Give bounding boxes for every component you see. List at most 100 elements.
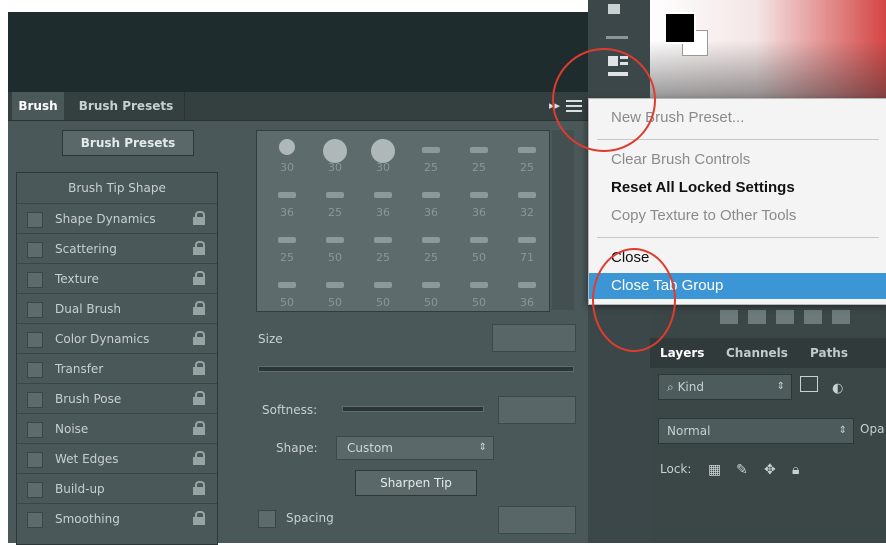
lock-position-icon[interactable]: ✥ bbox=[764, 462, 776, 478]
shape-select[interactable]: Custom ⇕ bbox=[336, 436, 494, 460]
brush-option-row[interactable]: Texture bbox=[17, 263, 217, 294]
lock-icon[interactable] bbox=[193, 421, 205, 435]
lock-icon[interactable] bbox=[193, 481, 205, 495]
spacing-checkbox[interactable] bbox=[258, 510, 276, 528]
option-label: Noise bbox=[55, 422, 89, 436]
tab-brush[interactable]: Brush bbox=[12, 92, 64, 120]
tab-paths[interactable]: Paths bbox=[810, 338, 848, 368]
softness-slider[interactable] bbox=[342, 406, 484, 412]
option-checkbox[interactable] bbox=[27, 242, 43, 258]
brush-tip-preset[interactable]: 25 bbox=[359, 223, 407, 267]
brush-option-row[interactable]: Color Dynamics bbox=[17, 323, 217, 354]
lock-icon[interactable] bbox=[193, 271, 205, 285]
sharpen-tip-button[interactable]: Sharpen Tip bbox=[355, 470, 477, 496]
brush-tip-grid[interactable]: 30 30 30 25 25 25 36 25 36 36 36 32 25 50 25 25 50 71 50 50… bbox=[256, 130, 550, 312]
lock-icon[interactable] bbox=[193, 211, 205, 225]
lock-icon[interactable] bbox=[193, 451, 205, 465]
menu-item-reset-locked-settings[interactable]: Reset All Locked Settings bbox=[589, 175, 886, 201]
size-field[interactable] bbox=[492, 324, 576, 352]
softness-field[interactable] bbox=[498, 396, 576, 424]
lock-icon[interactable] bbox=[193, 331, 205, 345]
adjustment-filter-icon[interactable]: ◐ bbox=[832, 381, 843, 396]
brush-tip-size: 36 bbox=[376, 206, 390, 219]
menu-item-clear-brush-controls[interactable]: Clear Brush Controls bbox=[589, 147, 886, 173]
brush-option-row[interactable]: Brush Pose bbox=[17, 383, 217, 414]
option-checkbox[interactable] bbox=[27, 452, 43, 468]
brush-tip-preset[interactable]: 25 bbox=[311, 178, 359, 222]
option-checkbox[interactable] bbox=[27, 302, 43, 318]
brush-tip-preset[interactable]: 50 bbox=[311, 268, 359, 311]
brush-option-row[interactable]: Build-up bbox=[17, 473, 217, 504]
menu-item-copy-texture[interactable]: Copy Texture to Other Tools bbox=[589, 203, 886, 229]
foreground-color-swatch[interactable] bbox=[664, 12, 696, 44]
adjustment-icon[interactable] bbox=[720, 310, 738, 324]
option-checkbox[interactable] bbox=[27, 482, 43, 498]
option-checkbox[interactable] bbox=[27, 392, 43, 408]
brush-tip-preset[interactable]: 50 bbox=[455, 223, 503, 267]
brush-tip-preset[interactable]: 25 bbox=[407, 223, 455, 267]
lock-icon[interactable] bbox=[193, 301, 205, 315]
brush-tip-preset[interactable]: 32 bbox=[503, 178, 549, 222]
brush-tip-preset[interactable]: 36 bbox=[455, 178, 503, 222]
shape-select-value: Custom bbox=[347, 441, 393, 455]
layer-filter-select[interactable]: ⌕ Kind ⇕ bbox=[658, 374, 792, 400]
tab-layers[interactable]: Layers bbox=[660, 338, 704, 368]
brush-option-row[interactable]: Noise bbox=[17, 413, 217, 444]
brush-tip-preset[interactable]: 25 bbox=[455, 133, 503, 177]
blend-mode-select[interactable]: Normal ⇕ bbox=[658, 418, 854, 444]
brush-presets-button[interactable]: Brush Presets bbox=[62, 130, 194, 156]
brush-tip-preset[interactable]: 50 bbox=[455, 268, 503, 311]
annotation-circle-close-tab-group bbox=[592, 248, 676, 352]
size-slider[interactable] bbox=[258, 366, 574, 372]
lock-icon[interactable] bbox=[193, 391, 205, 405]
brush-panel-header: Brush Brush Presets ▸▸ bbox=[8, 92, 588, 121]
brush-tip-scrollbar[interactable] bbox=[552, 130, 574, 310]
brush-tip-preset[interactable]: 50 bbox=[263, 268, 311, 311]
adjustment-icon[interactable] bbox=[832, 310, 850, 324]
brush-tip-preset[interactable]: 50 bbox=[311, 223, 359, 267]
lock-all-icon[interactable]: 🔒︎ bbox=[792, 462, 799, 478]
panel-icon-top[interactable] bbox=[608, 4, 620, 14]
brush-tip-preset[interactable]: 25 bbox=[503, 133, 549, 177]
option-checkbox[interactable] bbox=[27, 512, 43, 528]
brush-tip-preset[interactable]: 30 bbox=[311, 133, 359, 177]
option-checkbox[interactable] bbox=[27, 362, 43, 378]
option-checkbox[interactable] bbox=[27, 212, 43, 228]
brush-tip-preset[interactable]: 30 bbox=[263, 133, 311, 177]
brush-tip-preview bbox=[518, 237, 536, 243]
brush-option-row[interactable]: Smoothing bbox=[17, 503, 217, 534]
lock-icon[interactable] bbox=[193, 511, 205, 525]
brush-option-row[interactable]: Dual Brush bbox=[17, 293, 217, 324]
lock-icon[interactable] bbox=[193, 361, 205, 375]
brush-tip-preset[interactable]: 30 bbox=[359, 133, 407, 177]
brush-tip-preview bbox=[470, 147, 488, 153]
brush-tip-preset[interactable]: 71 bbox=[503, 223, 549, 267]
brush-option-row[interactable]: Scattering bbox=[17, 233, 217, 264]
adjustment-icon[interactable] bbox=[748, 310, 766, 324]
brush-tip-shape-item[interactable]: Brush Tip Shape bbox=[17, 173, 217, 203]
brush-tip-preset[interactable]: 36 bbox=[407, 178, 455, 222]
option-checkbox[interactable] bbox=[27, 332, 43, 348]
brush-tip-size: 36 bbox=[280, 206, 294, 219]
brush-tip-preset[interactable]: 50 bbox=[359, 268, 407, 311]
spacing-field[interactable] bbox=[498, 506, 576, 534]
image-filter-icon[interactable] bbox=[800, 376, 818, 392]
brush-option-row[interactable]: Shape Dynamics bbox=[17, 203, 217, 234]
brush-option-row[interactable]: Wet Edges bbox=[17, 443, 217, 474]
tab-brush-presets[interactable]: Brush Presets bbox=[68, 92, 185, 120]
option-checkbox[interactable] bbox=[27, 422, 43, 438]
lock-brush-icon[interactable]: ✎ bbox=[736, 462, 748, 478]
brush-tip-preset[interactable]: 50 bbox=[407, 268, 455, 311]
brush-tip-preset[interactable]: 36 bbox=[263, 178, 311, 222]
lock-transparent-icon[interactable]: ▦ bbox=[708, 462, 721, 478]
brush-tip-preset[interactable]: 25 bbox=[263, 223, 311, 267]
tab-channels[interactable]: Channels bbox=[726, 338, 788, 368]
brush-tip-preset[interactable]: 36 bbox=[503, 268, 549, 311]
adjustment-icon[interactable] bbox=[776, 310, 794, 324]
brush-tip-preset[interactable]: 25 bbox=[407, 133, 455, 177]
option-checkbox[interactable] bbox=[27, 272, 43, 288]
brush-tip-preset[interactable]: 36 bbox=[359, 178, 407, 222]
lock-icon[interactable] bbox=[193, 241, 205, 255]
adjustment-icon[interactable] bbox=[804, 310, 822, 324]
brush-option-row[interactable]: Transfer bbox=[17, 353, 217, 384]
